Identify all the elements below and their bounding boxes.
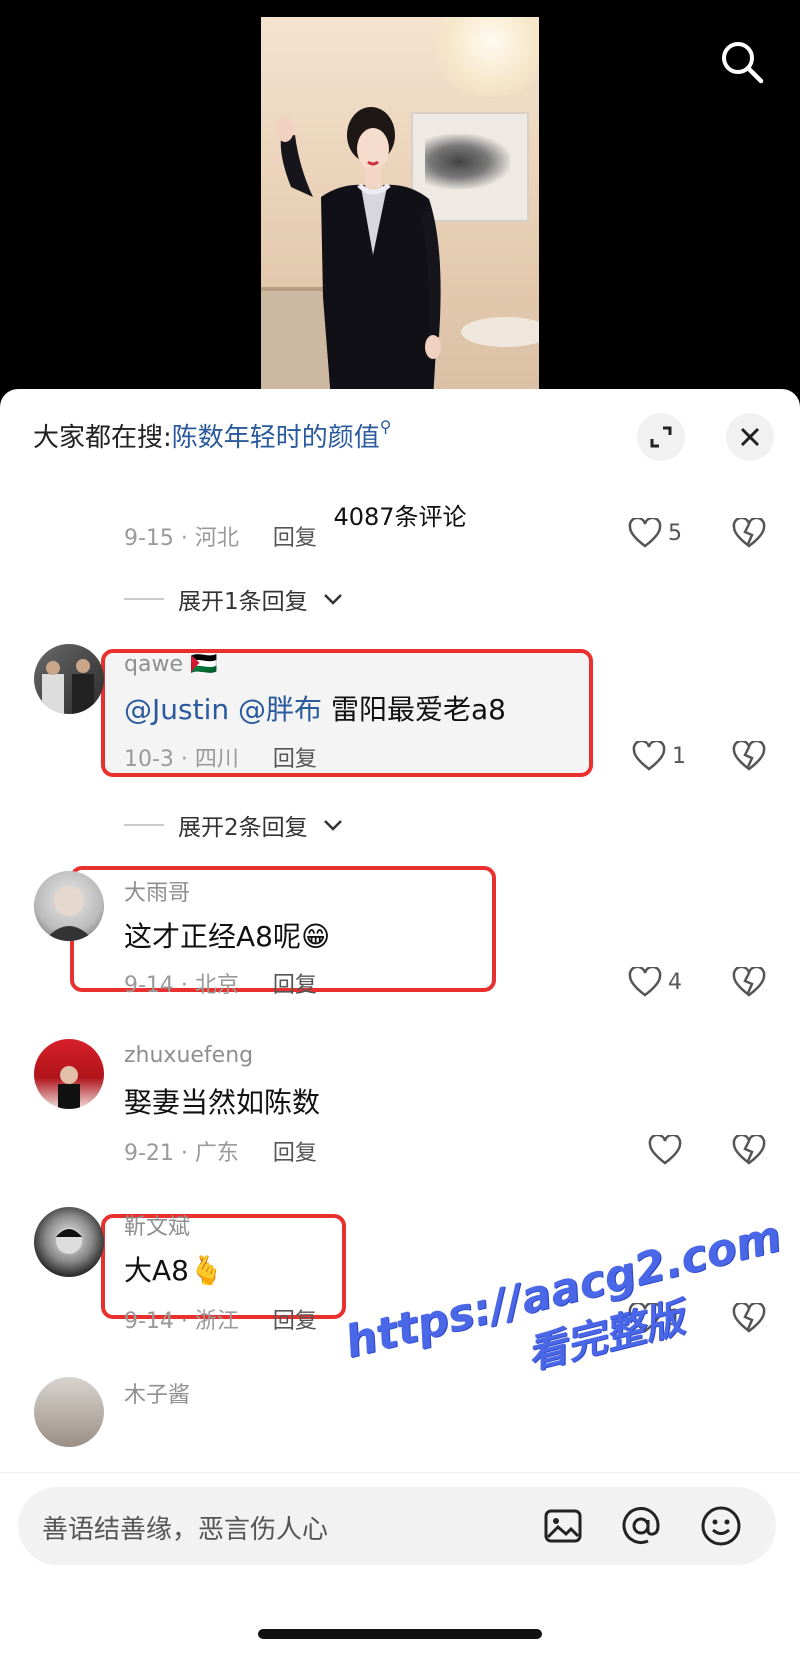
comment-date-location: 9-14 · 浙江 [124,1309,239,1334]
comment-meta: 10-3 · 四川 回复 [124,741,317,773]
emoji-icon[interactable] [698,1503,744,1549]
comment-username[interactable]: 大雨哥 [124,875,190,907]
expand-replies[interactable]: 展开2条回复 [124,808,344,842]
comment-meta: 9-21 · 广东 回复 [124,1135,317,1167]
expand-label: 展开2条回复 [178,815,308,841]
comment-text: @Justin @胖布 雷阳最爱老a8 [124,688,506,728]
avatar[interactable] [34,1377,104,1447]
avatar[interactable] [34,1039,104,1109]
comment-body: 雷阳最爱老a8 [330,693,506,726]
broken-heart-icon[interactable] [732,1135,766,1165]
search-keyword[interactable]: 陈数年轻时的颜值 [172,423,380,453]
expand-replies[interactable]: 展开1条回复 [124,582,344,616]
home-indicator[interactable] [258,1629,542,1639]
comment-date-location: 9-21 · 广东 [124,1141,239,1166]
expand-label: 展开1条回复 [178,589,308,615]
like-button[interactable]: 1 [632,741,686,771]
reply-button[interactable]: 回复 [273,1141,317,1166]
reply-button[interactable]: 回复 [273,1309,317,1334]
avatar[interactable] [34,871,104,941]
comment-username[interactable]: 靳文斌 [124,1209,190,1241]
chevron-down-icon [323,594,342,605]
reply-button[interactable]: 回复 [273,747,317,772]
avatar-image [56,1228,82,1254]
mention-link[interactable]: @Justin [124,693,229,726]
like-button[interactable] [648,1135,688,1165]
comment-meta: 9-14 · 北京 回复 [124,967,317,999]
like-count: 1 [672,743,686,769]
avatar[interactable] [34,1207,104,1277]
video-frame[interactable] [261,17,539,400]
comment-sheet: 大家都在搜:陈数年轻时的颜值⚲ 4087条评论 9-15 · 河北 回复 5 展开… [0,389,800,1654]
avatar-image [44,886,94,941]
comment-date-location: 9-15 · 河北 [124,526,239,551]
like-count: 4 [668,969,682,995]
comment-text: 这才正经A8呢😁 [124,920,331,953]
avatar-image [42,659,94,714]
heart-icon [628,967,662,997]
heart-icon [632,741,666,771]
image-icon[interactable] [540,1503,586,1549]
divider [124,598,164,600]
comment-text: 娶妻当然如陈数 [124,1086,321,1119]
search-suggestion[interactable]: 大家都在搜:陈数年轻时的颜值⚲ [33,417,392,454]
woman-figure [276,107,441,400]
like-button[interactable]: 5 [628,518,682,548]
divider [124,824,164,826]
close-icon [740,427,760,447]
expand-icon [650,426,672,448]
video-area[interactable] [0,0,800,400]
heart-icon [628,518,662,548]
comment-username[interactable]: qawe 🇵🇸 [124,652,217,677]
comment-input[interactable]: 善语结善缘，恶言伤人心 [18,1487,776,1565]
search-prefix: 大家都在搜: [33,423,172,453]
heart-icon [648,1135,682,1165]
mention-link[interactable]: @胖布 [238,693,322,726]
comment-text: 大A8🫰 [124,1254,224,1287]
like-button[interactable]: 4 [628,967,682,997]
avatar-image [58,1066,80,1109]
close-button[interactable] [726,413,774,461]
expand-button[interactable] [637,413,685,461]
search-small-icon: ⚲ [379,417,392,436]
comment-username[interactable]: 木子酱 [124,1377,190,1409]
broken-heart-icon[interactable] [732,1303,766,1333]
at-icon[interactable] [618,1503,664,1549]
comment-input-bar: 善语结善缘，恶言伤人心 [0,1472,800,1654]
chevron-down-icon [323,820,342,831]
input-placeholder: 善语结善缘，恶言伤人心 [42,1515,329,1545]
broken-heart-icon[interactable] [732,967,766,997]
avatar[interactable] [34,644,104,714]
reply-button[interactable]: 回复 [273,526,317,551]
comment-date-location: 9-14 · 北京 [124,973,239,998]
comment-meta: 9-14 · 浙江 回复 [124,1303,317,1335]
comment-meta: 9-15 · 河北 回复 [124,520,317,552]
broken-heart-icon[interactable] [732,741,766,771]
comment-date-location: 10-3 · 四川 [124,747,239,772]
comment-username[interactable]: zhuxuefeng [124,1043,253,1068]
reply-button[interactable]: 回复 [273,973,317,998]
broken-heart-icon[interactable] [732,518,766,548]
like-count: 5 [668,520,682,546]
search-icon[interactable] [718,38,766,86]
